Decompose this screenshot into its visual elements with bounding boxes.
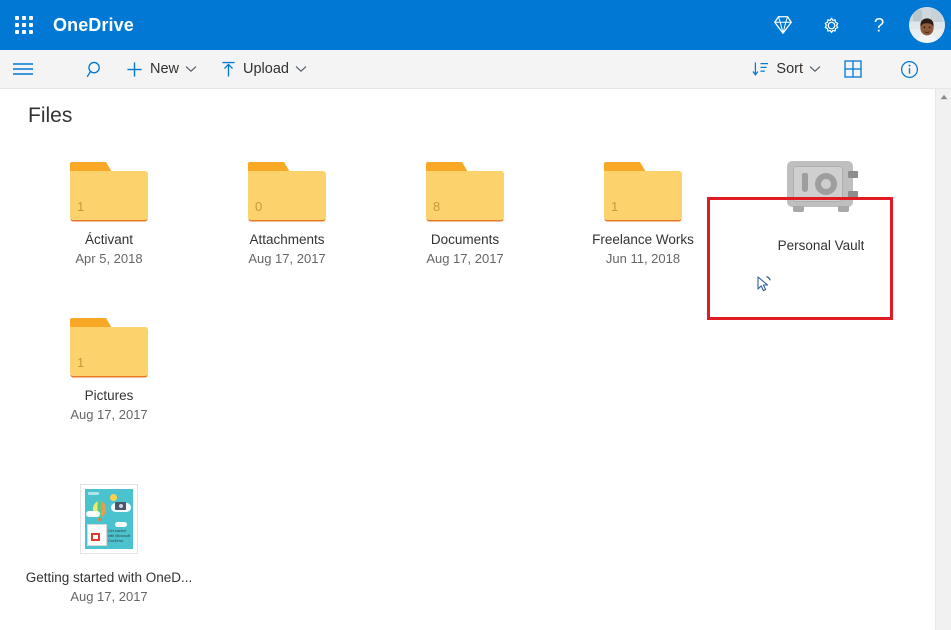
question-mark-icon: ?: [867, 13, 891, 37]
plus-icon: [126, 61, 143, 78]
view-switcher-button[interactable]: [833, 50, 873, 88]
folder-item-count: 1: [611, 199, 618, 214]
command-bar: New Upload: [0, 50, 951, 89]
folder-icon: 0: [248, 162, 326, 220]
folder-item-count: 8: [433, 199, 440, 214]
sort-button-label: Sort: [776, 61, 803, 77]
tile-date: Aug 17, 2017: [426, 251, 503, 266]
waffle-icon: [15, 16, 33, 34]
tiles-row: Get started with Microsoft OneDrive Gett…: [20, 422, 935, 604]
folder-icon: 1: [604, 162, 682, 220]
diamond-icon: [772, 14, 794, 36]
tile-item[interactable]: 1 Áctivant Apr 5, 2018: [20, 142, 198, 266]
app-launcher-button[interactable]: [0, 0, 48, 50]
tile-date: Aug 17, 2017: [248, 251, 325, 266]
search-button[interactable]: [72, 50, 118, 88]
command-bar-right-actions: Sort: [744, 50, 951, 88]
tile-thumbnail: 8: [413, 148, 517, 220]
avatar-photo-icon: [909, 7, 945, 43]
folder-item-count: 0: [255, 199, 262, 214]
avatar-button[interactable]: [903, 0, 951, 50]
upload-arrow-icon: [221, 61, 236, 78]
vertical-scrollbar[interactable]: [935, 89, 951, 630]
folder-icon: 1: [70, 162, 148, 220]
information-icon: [900, 60, 919, 79]
svg-text:?: ?: [874, 16, 885, 37]
new-button-label: New: [150, 61, 179, 77]
brand-title[interactable]: OneDrive: [53, 15, 134, 36]
tile-item-getting-started[interactable]: Get started with Microsoft OneDrive Gett…: [20, 474, 198, 604]
page-title: Files: [28, 104, 935, 128]
suite-header-bar: OneDrive ?: [0, 0, 951, 50]
tile-date: Aug 17, 2017: [70, 407, 147, 422]
tile-name: Attachments: [249, 232, 324, 247]
tile-thumbnail: 1: [57, 148, 161, 220]
gear-icon: [820, 14, 843, 37]
tile-name: Personal Vault: [778, 238, 865, 253]
tile-thumbnail: [769, 148, 873, 226]
help-button[interactable]: ?: [855, 0, 903, 50]
chevron-down-icon: [809, 61, 821, 77]
tiles-row: 1 Áctivant Apr 5, 2018 0 Attachments Aug…: [20, 142, 935, 266]
tile-item[interactable]: 1 Freelance Works Jun 11, 2018: [554, 142, 732, 266]
sort-icon: [752, 61, 769, 77]
tile-item[interactable]: 1 Pictures Aug 17, 2017: [20, 298, 198, 422]
tile-name: Getting started with OneD...: [26, 570, 193, 585]
toggle-navigation-button[interactable]: [0, 50, 46, 88]
tile-name: Documents: [431, 232, 499, 247]
safe-vault-icon: [783, 161, 859, 213]
tile-thumbnail: 0: [235, 148, 339, 220]
pdf-thumbnail-icon: Get started with Microsoft OneDrive: [80, 484, 138, 554]
tile-thumbnail: 1: [57, 304, 161, 376]
chevron-down-icon: [185, 61, 197, 77]
scroll-up-button[interactable]: [936, 89, 951, 105]
tiles-row: 1 Pictures Aug 17, 2017: [20, 266, 935, 422]
folder-icon: 8: [426, 162, 504, 220]
tiles-view-icon: [844, 60, 862, 78]
folder-item-count: 1: [77, 355, 84, 370]
tile-item-personal-vault[interactable]: Personal Vault: [732, 142, 910, 266]
tile-thumbnail: Get started with Microsoft OneDrive: [57, 480, 161, 558]
folder-item-count: 1: [77, 199, 84, 214]
search-icon: [86, 60, 105, 79]
upload-button[interactable]: Upload: [213, 50, 315, 88]
chevron-down-icon: [295, 61, 307, 77]
chevron-up-icon: [940, 94, 948, 100]
tile-date: Aug 17, 2017: [70, 589, 147, 604]
suite-header-actions: ?: [759, 0, 951, 50]
new-button[interactable]: New: [118, 50, 205, 88]
premium-diamond-button[interactable]: [759, 0, 807, 50]
tile-date: Jun 11, 2018: [606, 251, 680, 266]
tile-date: Apr 5, 2018: [75, 251, 142, 266]
pdf-thumbnail-caption: Get started with Microsoft OneDrive: [108, 529, 132, 544]
tile-name: Áctivant: [85, 232, 133, 247]
avatar: [909, 7, 945, 43]
sort-button[interactable]: Sort: [744, 50, 829, 88]
tile-item[interactable]: 0 Attachments Aug 17, 2017: [198, 142, 376, 266]
hamburger-menu-icon: [12, 62, 34, 76]
settings-button[interactable]: [807, 0, 855, 50]
details-info-button[interactable]: [889, 50, 929, 88]
upload-button-label: Upload: [243, 61, 289, 77]
files-content-area: Files 1 Áctivant Apr 5, 2018 0: [0, 89, 935, 630]
tile-thumbnail: 1: [591, 148, 695, 220]
tile-item[interactable]: 8 Documents Aug 17, 2017: [376, 142, 554, 266]
folder-icon: 1: [70, 318, 148, 376]
tile-name: Freelance Works: [592, 232, 694, 247]
tile-name: Pictures: [85, 388, 134, 403]
tiles-container: 1 Áctivant Apr 5, 2018 0 Attachments Aug…: [0, 142, 935, 604]
